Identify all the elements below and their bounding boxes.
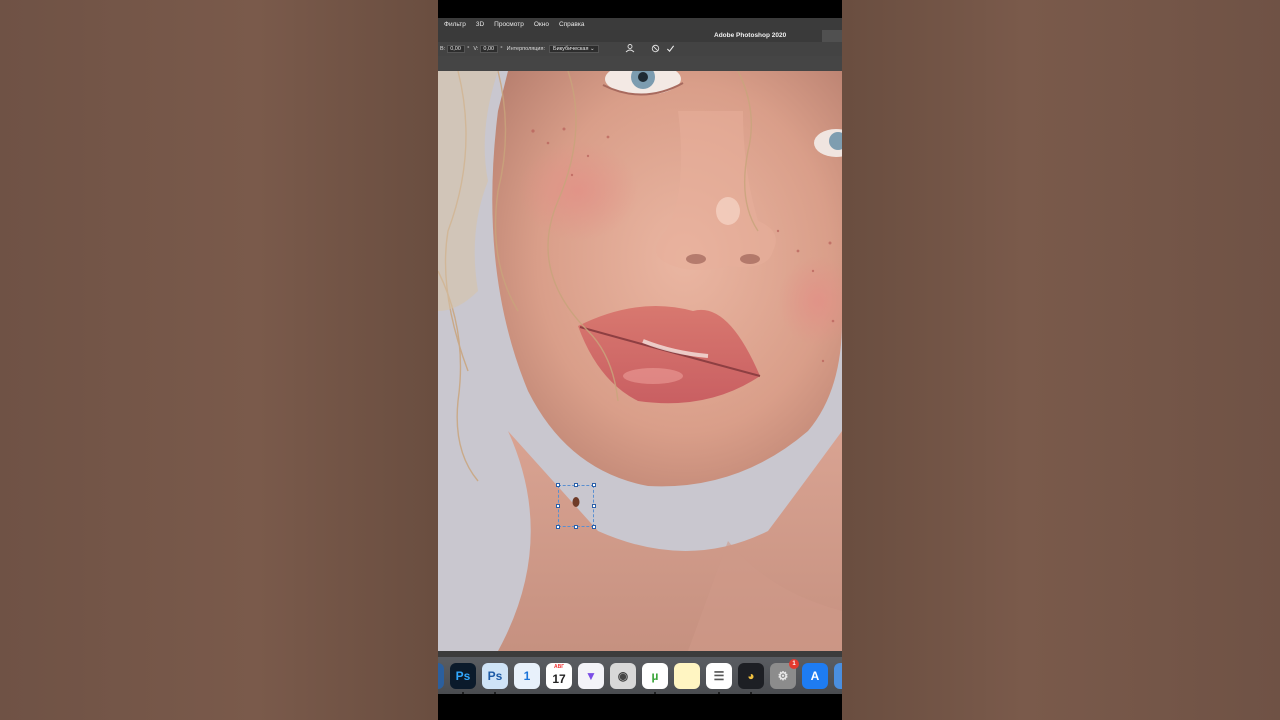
calendar-icon[interactable]: АВГ 17 <box>546 662 572 689</box>
handle-bottom-left[interactable] <box>556 525 560 529</box>
camera-app-icon[interactable]: ◉ <box>610 662 636 689</box>
photoshop-glyph: Ps <box>455 668 471 683</box>
interpolation-select[interactable]: Бикубическая ⌄ <box>549 45 599 53</box>
menu-bar: Фильтр 3D Просмотр Окно Справка <box>438 18 842 30</box>
free-transform-selection[interactable] <box>556 483 596 529</box>
menu-help[interactable]: Справка <box>559 21 585 28</box>
handle-bottom-center[interactable] <box>574 525 578 529</box>
handle-top-right[interactable] <box>592 483 596 487</box>
davinci-resolve-glyph: ◕ <box>747 668 755 683</box>
menu-window[interactable]: Окно <box>534 21 549 28</box>
notes-icon[interactable] <box>674 662 700 689</box>
reminders-glyph: ☰ <box>713 668 725 683</box>
vpn-icon[interactable]: ▼ <box>578 662 604 689</box>
screen-recording: Фильтр 3D Просмотр Окно Справка Adobe Ph… <box>438 0 842 720</box>
utorrent-glyph: µ <box>651 668 659 683</box>
handle-top-center[interactable] <box>574 483 578 487</box>
app-store-icon[interactable]: A <box>802 662 828 689</box>
utorrent-icon[interactable]: µ <box>642 662 668 694</box>
vpn-glyph: ▼ <box>585 668 597 683</box>
horizontal-skew-field[interactable]: 0,00 <box>447 45 466 53</box>
commit-check-icon[interactable] <box>666 44 675 55</box>
macos-dock: Ps Ps 1 АВГ 17 ▼ ◉ µ ☰ ◕ ⚙ 1 A <box>438 657 842 694</box>
system-preferences-icon[interactable]: ⚙ 1 <box>770 658 799 689</box>
interpolation-label: Интерполяция: <box>506 46 546 52</box>
title-bar: Adobe Photoshop 2020 <box>438 30 842 42</box>
portrait-photo <box>438 71 842 651</box>
panel-tab[interactable] <box>822 30 842 42</box>
document-canvas[interactable] <box>438 71 842 651</box>
davinci-resolve-icon[interactable]: ◕ <box>738 662 764 694</box>
vertical-skew-label: V: <box>473 46 479 52</box>
partial-app-icon-right[interactable] <box>834 662 842 689</box>
warp-icon[interactable] <box>625 43 635 55</box>
menu-3d[interactable]: 3D <box>476 21 484 28</box>
onepassword-icon[interactable]: 1 <box>514 662 540 689</box>
photoshop-alt-icon[interactable]: Ps <box>482 662 508 694</box>
app-title: Adobe Photoshop 2020 <box>714 32 787 39</box>
handle-top-left[interactable] <box>556 483 560 487</box>
handle-middle-left[interactable] <box>556 504 560 508</box>
calendar-glyph: 17 <box>552 671 566 686</box>
calendar-month-label: АВГ <box>553 663 565 670</box>
vertical-skew-field[interactable]: 0,00 <box>480 45 499 53</box>
reminders-icon[interactable]: ☰ <box>706 662 732 694</box>
handle-bottom-right[interactable] <box>592 525 596 529</box>
system-preferences-glyph: ⚙ <box>777 668 789 683</box>
menu-view[interactable]: Просмотр <box>494 21 524 28</box>
vertical-skew-unit: ° <box>500 46 503 52</box>
handle-middle-right[interactable] <box>592 504 596 508</box>
onepassword-glyph: 1 <box>523 668 531 683</box>
notification-badge: 1 <box>789 658 799 669</box>
photoshop-alt-glyph: Ps <box>487 668 503 683</box>
menu-filter[interactable]: Фильтр <box>444 21 466 28</box>
photoshop-icon[interactable]: Ps <box>450 662 476 694</box>
app-store-glyph: A <box>810 668 820 683</box>
document-tab-area <box>438 56 842 71</box>
options-bar: В: 0,00 ° V: 0,00 ° Интерполяция: Бикуби… <box>438 42 842 56</box>
horizontal-skew-unit: ° <box>467 46 470 52</box>
partial-app-icon[interactable] <box>438 662 444 689</box>
bottom-black-bar <box>438 694 842 720</box>
horizontal-skew-label: В: <box>440 46 446 52</box>
cancel-icon[interactable] <box>651 44 660 55</box>
camera-app-glyph: ◉ <box>617 668 629 683</box>
